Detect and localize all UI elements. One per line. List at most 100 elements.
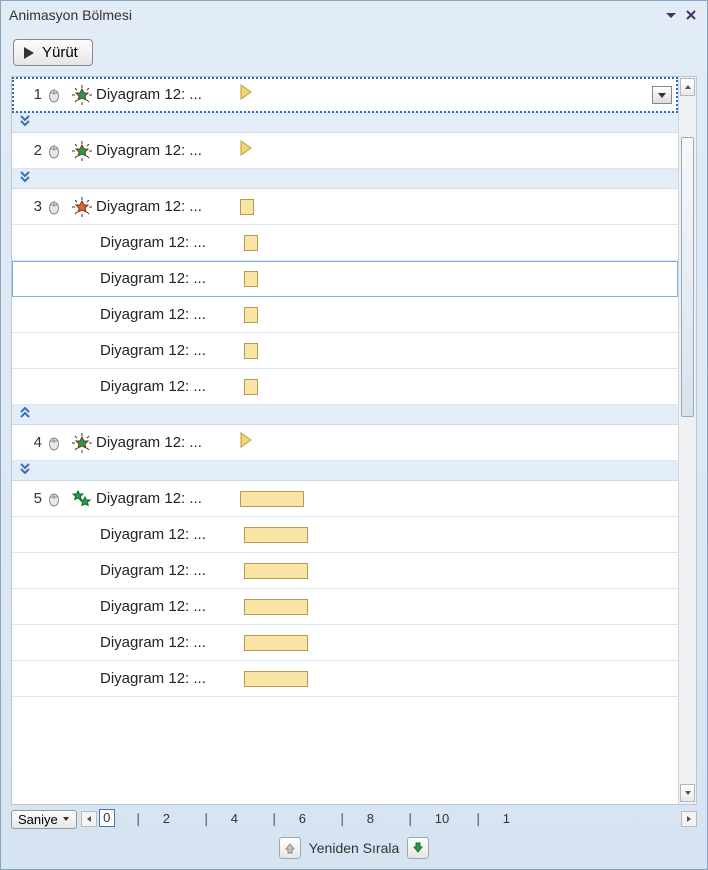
- timeline-ruler[interactable]: 0❘2❘4❘6❘8❘10❘1: [97, 809, 681, 829]
- timeline-bar: [244, 599, 308, 615]
- timeline-triangle-icon: [240, 140, 252, 161]
- item-timeline[interactable]: [240, 599, 678, 615]
- expand-collapse-divider[interactable]: [12, 405, 678, 425]
- animation-item[interactable]: 2 Diyagram 12: ...: [12, 133, 678, 169]
- close-icon[interactable]: [683, 7, 699, 23]
- animation-item[interactable]: 1Diyagram 12: ...: [12, 77, 678, 113]
- item-label: Diyagram 12: ...: [100, 234, 240, 251]
- item-label: Diyagram 12: ...: [100, 378, 240, 395]
- animation-item[interactable]: 3 Diyagram 12: ...: [12, 189, 678, 225]
- item-timeline[interactable]: [236, 199, 678, 215]
- seconds-dropdown[interactable]: Saniye: [11, 810, 77, 829]
- animation-item[interactable]: Diyagram 12: ...: [12, 369, 678, 405]
- reorder-row: Yeniden Sırala: [11, 833, 697, 863]
- item-timeline[interactable]: [236, 432, 678, 453]
- expand-collapse-divider[interactable]: [12, 113, 678, 133]
- animation-item[interactable]: 5Diyagram 12: ...: [12, 481, 678, 517]
- timeline-bar: [244, 307, 258, 323]
- timeline-bar: [240, 199, 254, 215]
- effect-star-icon: [68, 489, 96, 509]
- animation-item[interactable]: Diyagram 12: ...: [12, 661, 678, 697]
- animation-pane: Animasyon Bölmesi Yürüt 1Diyagram 12: ..…: [0, 0, 708, 870]
- play-label: Yürüt: [42, 44, 78, 61]
- item-timeline[interactable]: [240, 635, 678, 651]
- item-label: Diyagram 12: ...: [96, 198, 236, 215]
- animation-item[interactable]: Diyagram 12: ...: [12, 333, 678, 369]
- item-label: Diyagram 12: ...: [100, 634, 240, 651]
- animation-item[interactable]: Diyagram 12: ...: [12, 517, 678, 553]
- arrow-down-icon: [411, 841, 425, 855]
- animation-item[interactable]: Diyagram 12: ...: [12, 297, 678, 333]
- item-label: Diyagram 12: ...: [96, 86, 236, 103]
- arrow-up-icon: [283, 841, 297, 855]
- item-timeline[interactable]: [240, 527, 678, 543]
- effect-star-icon: [68, 341, 100, 361]
- timeline-bar: [244, 271, 258, 287]
- timeline-tick: 10: [435, 811, 449, 826]
- timeline-bar: [244, 527, 308, 543]
- chevron-up-icon: [20, 406, 30, 424]
- item-timeline[interactable]: [240, 379, 678, 395]
- scroll-down-icon[interactable]: [680, 784, 695, 802]
- animation-item[interactable]: Diyagram 12: ...: [12, 589, 678, 625]
- item-label: Diyagram 12: ...: [100, 270, 240, 287]
- reorder-down-button[interactable]: [407, 837, 429, 859]
- timeline-tick: 6: [299, 811, 306, 826]
- item-number: 3: [18, 198, 42, 215]
- item-label: Diyagram 12: ...: [100, 306, 240, 323]
- timeline-tick: 4: [231, 811, 238, 826]
- item-timeline[interactable]: [240, 271, 678, 287]
- timeline-bar: [240, 491, 304, 507]
- reorder-up-button[interactable]: [279, 837, 301, 859]
- item-timeline[interactable]: [236, 491, 678, 507]
- scroll-left-icon[interactable]: [81, 811, 97, 827]
- timeline-tick: 8: [367, 811, 374, 826]
- minimize-icon[interactable]: [663, 7, 679, 23]
- animation-item[interactable]: Diyagram 12: ...: [12, 625, 678, 661]
- animation-item[interactable]: Diyagram 12: ...: [12, 261, 678, 297]
- effect-star-icon: [68, 85, 96, 105]
- chevron-down-icon: [20, 114, 30, 132]
- item-label: Diyagram 12: ...: [96, 142, 236, 159]
- play-icon: [22, 46, 36, 60]
- timeline-tick-minor: ❘: [133, 811, 144, 827]
- scrollbar-thumb[interactable]: [681, 137, 694, 417]
- timeline-tick-minor: ❘: [473, 811, 484, 827]
- item-number: 2: [18, 142, 42, 159]
- item-timeline[interactable]: [236, 84, 652, 105]
- item-timeline[interactable]: [240, 235, 678, 251]
- expand-collapse-divider[interactable]: [12, 461, 678, 481]
- mouse-click-icon: [44, 199, 64, 215]
- item-label: Diyagram 12: ...: [100, 598, 240, 615]
- mouse-click-icon: [44, 143, 64, 159]
- timeline-pos-marker[interactable]: 0: [99, 809, 115, 827]
- effect-star-icon: [68, 141, 96, 161]
- scroll-right-icon[interactable]: [681, 811, 697, 827]
- animation-item[interactable]: 4Diyagram 12: ...: [12, 425, 678, 461]
- item-timeline[interactable]: [240, 343, 678, 359]
- item-timeline[interactable]: [240, 307, 678, 323]
- effect-star-icon: [68, 669, 100, 689]
- effect-star-icon: [68, 433, 96, 453]
- seconds-label: Saniye: [18, 812, 58, 827]
- timeline-triangle-icon: [240, 84, 252, 105]
- item-label: Diyagram 12: ...: [100, 670, 240, 687]
- mouse-click-icon: [44, 435, 64, 451]
- item-dropdown-button[interactable]: [652, 86, 672, 104]
- timeline-tick-minor: ❘: [405, 811, 416, 827]
- play-button[interactable]: Yürüt: [13, 39, 93, 66]
- timeline-bar: [244, 563, 308, 579]
- animation-list[interactable]: 1Diyagram 12: ... 2 Diyagram 12: ... 3 Diyag…: [12, 77, 678, 804]
- vertical-scrollbar[interactable]: [678, 77, 696, 804]
- expand-collapse-divider[interactable]: [12, 169, 678, 189]
- item-timeline[interactable]: [240, 563, 678, 579]
- item-timeline[interactable]: [236, 140, 678, 161]
- chevron-down-icon: [20, 170, 30, 188]
- mouse-click-icon: [44, 87, 64, 103]
- effect-star-icon: [68, 269, 100, 289]
- item-timeline[interactable]: [240, 671, 678, 687]
- effect-star-icon: [68, 597, 100, 617]
- scroll-up-icon[interactable]: [680, 78, 695, 96]
- animation-item[interactable]: Diyagram 12: ...: [12, 553, 678, 589]
- animation-item[interactable]: Diyagram 12: ...: [12, 225, 678, 261]
